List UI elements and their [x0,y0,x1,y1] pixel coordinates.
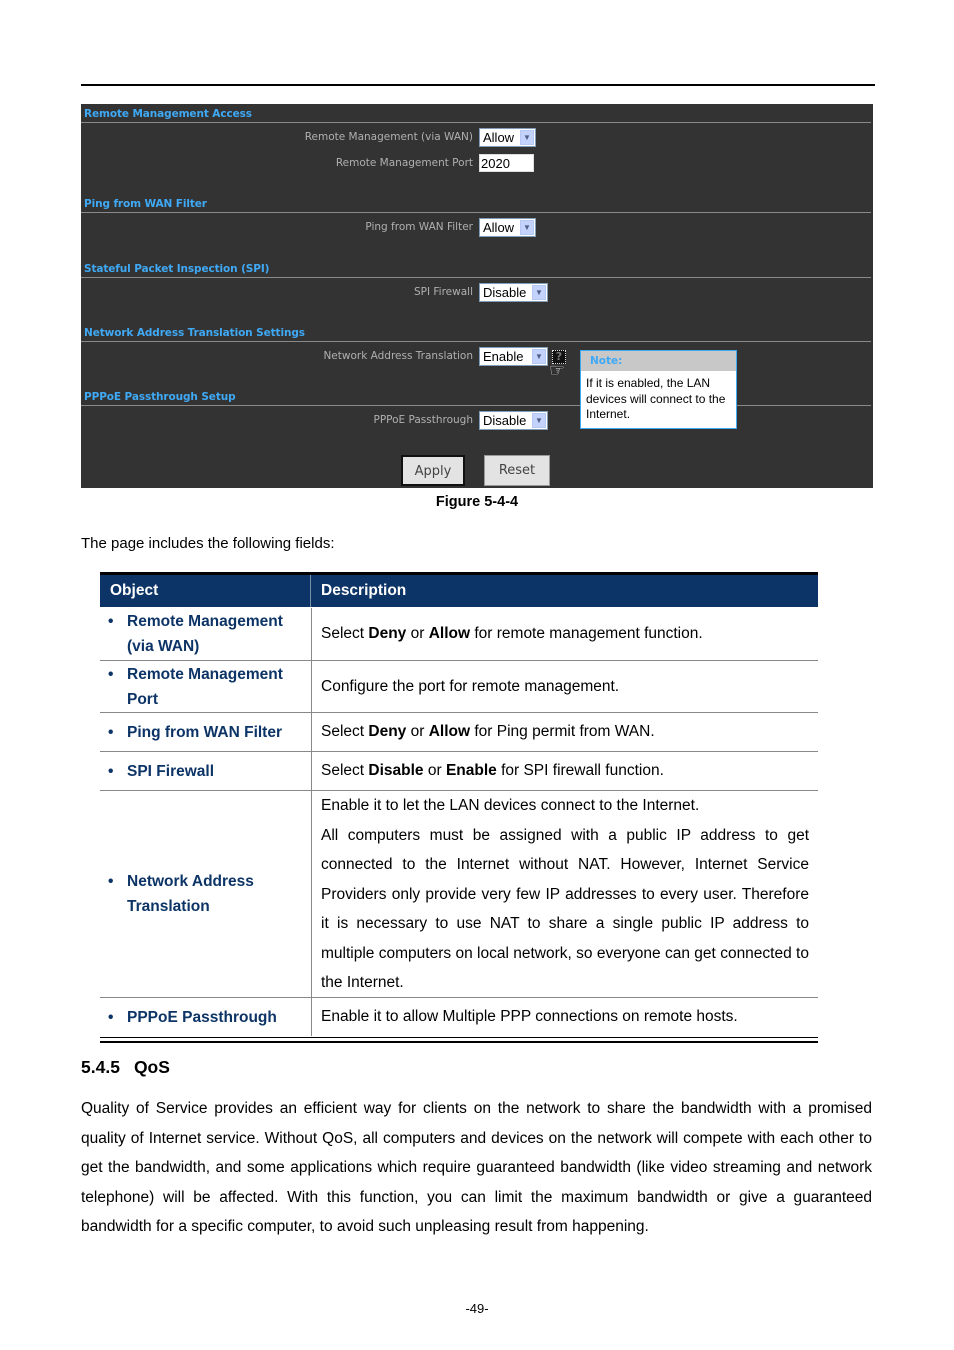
ping-filter-value: Allow [483,220,515,235]
spi-firewall-value: Disable [483,285,527,300]
spi-firewall-select[interactable]: Disable ▼ [479,283,548,302]
header-object: Object [100,575,311,607]
section-heading: 5.4.5 QoS [81,1057,170,1078]
object-name: Ping from WAN Filter [127,723,282,741]
option-deny: Deny [368,723,407,741]
bullet-icon: • [108,1008,114,1026]
nat-select[interactable]: Enable ▼ [479,347,548,366]
hand-cursor-icon: ☞ [549,360,566,381]
desc-text: Select [321,625,369,643]
object-name: PPPoE Passthrough [127,1008,277,1026]
fields-table: Object Description • Remote Management (v… [100,572,818,1043]
desc-text: or [423,762,446,780]
section-number: 5.4.5 [81,1057,120,1077]
section-divider [81,341,871,342]
description: Select Deny or Allow for remote manageme… [312,608,818,660]
router-settings-screenshot: Remote Management Access Remote Manageme… [81,104,873,488]
remote-management-label: Remote Management (via WAN) [304,131,473,143]
chevron-down-icon: ▼ [520,130,534,145]
option-enable: Enable [445,762,497,780]
remote-management-select[interactable]: Allow ▼ [479,128,536,147]
desc-paragraph: All computers must be assigned with a pu… [321,826,809,992]
section-title-remote-management: Remote Management Access [84,108,252,120]
option-allow: Allow [428,625,471,643]
bullet-icon: • [108,873,114,890]
table-row: • Remote Management (via WAN) Select Deny… [100,608,818,661]
option-allow: Allow [428,723,471,741]
pppoe-value: Disable [483,413,527,428]
remote-port-input[interactable]: 2020 [479,154,534,172]
section-body: Quality of Service provides an efficient… [81,1100,872,1235]
chevron-down-icon: ▼ [520,220,534,235]
description: Select Deny or Allow for Ping permit fro… [312,713,818,751]
nat-label: Network Address Translation [323,350,473,362]
table-row: • SPI Firewall Select Disable or Enable f… [100,752,818,791]
section-title-pppoe: PPPoE Passthrough Setup [84,391,236,403]
bullet-icon: • [108,665,114,683]
ping-filter-select[interactable]: Allow ▼ [479,218,536,237]
option-disable: Disable [368,762,424,780]
desc-text: or [406,723,429,741]
desc-text: for remote management function. [470,625,703,643]
section-title-nat: Network Address Translation Settings [84,327,305,339]
section-divider [81,405,580,406]
intro-text: The page includes the following fields: [81,535,335,552]
table-row: • Network Address Translation Enable it t… [100,791,818,998]
object-name: Remote Management Port [127,665,283,708]
figure-caption: Figure 5-4-4 [435,494,519,510]
bullet-icon: • [108,613,114,630]
option-deny: Deny [368,625,407,643]
section-divider [81,122,871,123]
desc-text: Select [321,762,369,780]
section-divider [737,405,871,406]
nat-value: Enable [483,349,524,364]
desc-text: for SPI firewall function. [496,762,664,780]
table-row: • Remote Management Port Configure the po… [100,661,818,713]
page-number: -49- [465,1301,489,1316]
table-row: • PPPoE Passthrough Enable it to allow Mu… [100,998,818,1036]
desc-text: or [406,625,429,643]
pppoe-select[interactable]: Disable ▼ [479,411,548,430]
description: Select Disable or Enable for SPI firewal… [312,752,818,790]
object-name: Network Address Translation [127,873,254,915]
section-divider [81,212,871,213]
bullet-icon: • [108,762,114,780]
note-body: If it is enabled, the LAN devices will c… [586,376,726,421]
header-rule [81,84,875,86]
section-title-spi: Stateful Packet Inspection (SPI) [84,263,270,275]
description: Configure the port for remote management… [321,677,620,695]
note-tooltip: Note: If it is enabled, the LAN devices … [580,350,737,429]
section-title: QoS [133,1057,170,1077]
description: Enable it to let the LAN devices connect… [312,791,818,997]
description: Enable it to allow Multiple PPP connecti… [321,1008,738,1026]
desc-text: for Ping permit from WAN. [470,723,655,741]
header-description: Description [321,582,407,599]
desc-text: Select [321,723,369,741]
reset-button[interactable]: Reset [484,455,550,486]
remote-management-value: Allow [483,130,515,145]
apply-button[interactable]: Apply [401,455,465,486]
spi-firewall-label: SPI Firewall [413,286,473,298]
pppoe-label: PPPoE Passthrough [373,414,473,426]
object-name: SPI Firewall [127,762,215,780]
table-row: • Ping from WAN Filter Select Deny or All… [100,713,818,752]
object-name: Remote Management (via WAN) [127,613,283,655]
chevron-down-icon: ▼ [532,413,546,428]
chevron-down-icon: ▼ [532,349,546,364]
note-title: Note: [581,351,736,371]
ping-filter-label: Ping from WAN Filter [365,221,473,233]
section-divider [81,277,871,278]
chevron-down-icon: ▼ [532,285,546,300]
remote-port-label: Remote Management Port [335,157,473,169]
desc-line: Enable it to let the LAN devices connect… [321,797,700,814]
bullet-icon: • [108,723,114,741]
section-title-ping-filter: Ping from WAN Filter [84,198,207,210]
table-header: Object Description [100,575,818,608]
table-bottom-rule [100,1037,818,1043]
